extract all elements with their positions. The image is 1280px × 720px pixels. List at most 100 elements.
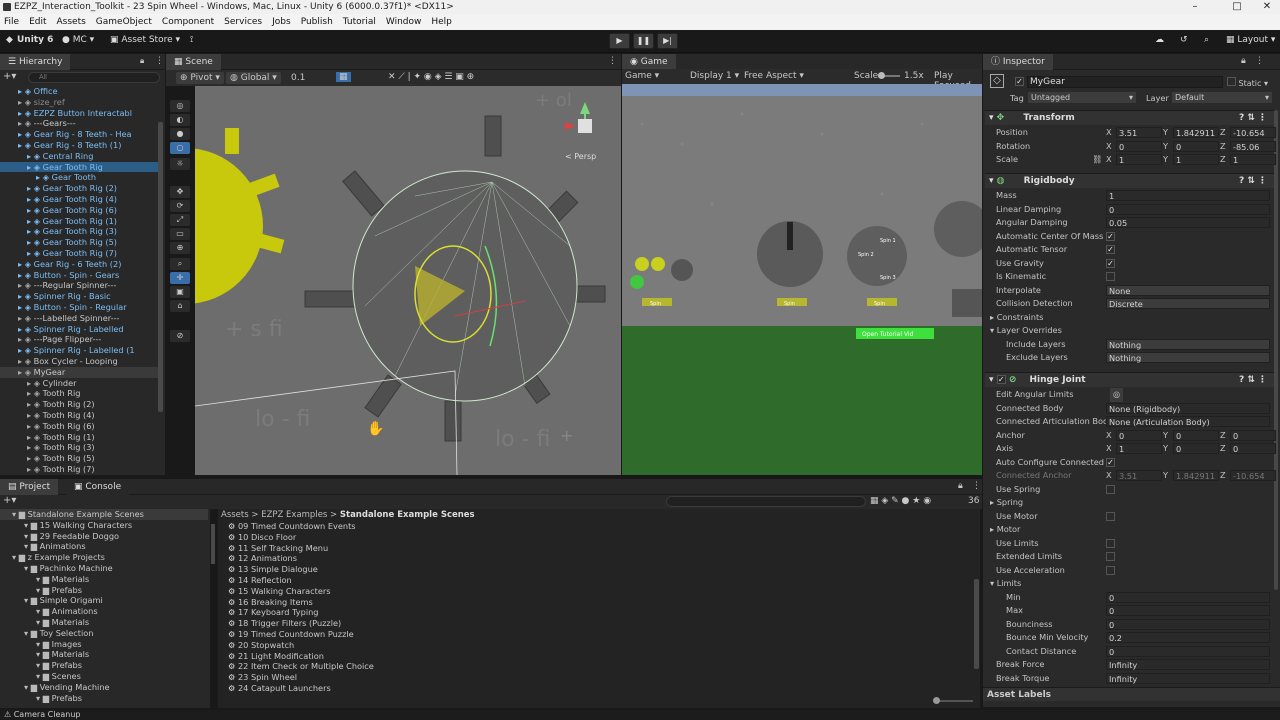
use-spring-checkbox[interactable]: [1106, 484, 1115, 494]
scene-file-item[interactable]: ⚙ 21 Light Modification: [228, 651, 968, 662]
contact-distance-field[interactable]: 0: [1106, 645, 1270, 657]
maximize-icon[interactable]: □: [1220, 0, 1254, 14]
position-z-field[interactable]: -10.654: [1230, 127, 1276, 138]
hierarchy-item[interactable]: ▸ ◈ Tooth Rig (6): [0, 421, 158, 432]
hierarchy-item[interactable]: ▸ ◈ Box Cycler - Looping: [0, 356, 158, 367]
position-y-field[interactable]: 1.842911: [1173, 127, 1219, 138]
connected-anchor-x-field[interactable]: 3.51: [1116, 470, 1162, 481]
hierarchy-item[interactable]: ▸ ◈ MyGear: [0, 366, 158, 378]
snap-tool-icon[interactable]: ⌂: [170, 300, 190, 312]
static-checkbox[interactable]: Static ▾: [1227, 77, 1268, 88]
icon-size-slider[interactable]: [933, 697, 973, 704]
hierarchy-item[interactable]: ▸ ◈ Gear Tooth Rig (5): [0, 237, 158, 248]
anchor-x-field[interactable]: 0: [1116, 429, 1162, 441]
hierarchy-item[interactable]: ▸ ◈ Office: [0, 86, 158, 97]
use-motor-checkbox[interactable]: [1106, 511, 1115, 521]
hierarchy-item[interactable]: ▸ ◈ Gear Tooth Rig (2): [0, 183, 158, 194]
pivot-dropdown[interactable]: ⊕ Pivot ▾: [176, 72, 224, 84]
menu-help[interactable]: Help: [431, 17, 452, 27]
cloud-icon[interactable]: ☁: [1155, 35, 1164, 45]
hierarchy-item[interactable]: ▸ ◈ Tooth Rig: [0, 388, 158, 399]
angular-damping-field[interactable]: 0.05: [1106, 217, 1270, 228]
tab-project[interactable]: ▤ Project: [0, 479, 59, 495]
rotation-x-field[interactable]: 0: [1116, 141, 1162, 152]
scene-file-item[interactable]: ⚙ 18 Trigger Filters (Puzzle): [228, 618, 968, 629]
pause-button[interactable]: ❚❚: [633, 33, 654, 49]
position-x-field[interactable]: 3.51: [1116, 127, 1162, 138]
axis-y-field[interactable]: 0: [1173, 443, 1219, 454]
hierarchy-item[interactable]: ▸ ◈ Button - Spin - Gears: [0, 270, 158, 281]
camera-tool-icon[interactable]: ▣: [170, 286, 190, 298]
snap-icon[interactable]: ▦: [336, 72, 351, 82]
breadcrumb-assets[interactable]: Assets: [221, 510, 249, 520]
scene-file-item[interactable]: ⚙ 11 Self Tracking Menu: [228, 543, 968, 554]
linear-damping-field[interactable]: 0: [1106, 203, 1270, 215]
breadcrumb-current[interactable]: Standalone Example Scenes: [340, 510, 475, 520]
scene-file-item[interactable]: ⚙ 12 Animations: [228, 553, 968, 564]
use-gravity-checkbox[interactable]: ✓: [1106, 258, 1115, 268]
hierarchy-item[interactable]: ▸ ◈ Gear Rig - 8 Teeth - Hea: [0, 129, 158, 140]
scene-file-item[interactable]: ⚙ 16 Breaking Items: [228, 597, 968, 608]
aspect-dropdown[interactable]: Free Aspect ▾: [744, 71, 804, 81]
hierarchy-item[interactable]: ▸ ◈ Gear Tooth Rig (7): [0, 248, 158, 259]
axis-z-field[interactable]: 0: [1230, 443, 1276, 454]
folder-item[interactable]: ▾ ▆ Prefabs: [0, 585, 208, 596]
hierarchy-item[interactable]: ▸ ◈ ---Regular Spinner---: [0, 280, 158, 291]
rigidbody-component-header[interactable]: ▾ ◍ Rigidbody ? ⇅ ⋮: [985, 173, 1277, 188]
tab-inspector[interactable]: ⓘ Inspector: [983, 54, 1053, 70]
scale-tool-icon[interactable]: ⤢: [170, 214, 190, 226]
scene-file-item[interactable]: ⚙ 14 Reflection: [228, 575, 968, 586]
hierarchy-item[interactable]: ▸ ◈ Gear Rig - 8 Teeth (1): [0, 140, 158, 151]
folder-item[interactable]: ▾ ▆ z Example Projects: [0, 552, 208, 563]
limit-max-field[interactable]: 0: [1106, 605, 1270, 616]
exclude-layers-field[interactable]: Nothing: [1106, 352, 1270, 363]
grid-snap-value[interactable]: 0.1: [291, 73, 305, 83]
scene-file-item[interactable]: ⚙ 23 Spin Wheel: [228, 672, 968, 683]
tab-hierarchy[interactable]: ☰ Hierarchy: [0, 54, 71, 70]
scale-y-field[interactable]: 1: [1173, 154, 1219, 165]
hierarchy-item[interactable]: ▸ ◈ Tooth Rig (3): [0, 442, 158, 453]
hierarchy-menu-icon[interactable]: ⋮: [155, 56, 164, 66]
hierarchy-item[interactable]: ▸ ◈ Gear Tooth Rig (6): [0, 205, 158, 216]
auto-tensor-checkbox[interactable]: ✓: [1106, 245, 1115, 254]
breadcrumb-ezpz[interactable]: EZPZ Examples: [261, 510, 327, 520]
active-checkbox[interactable]: ✓: [1015, 77, 1024, 86]
menu-component[interactable]: Component: [162, 17, 214, 27]
history-icon[interactable]: ↺: [1180, 35, 1188, 45]
hierarchy-item[interactable]: ▸ ◈ Gear Tooth: [0, 172, 158, 183]
gameobject-name-field[interactable]: MyGear: [1027, 76, 1223, 88]
use-acceleration-checkbox[interactable]: [1106, 565, 1115, 575]
connected-anchor-z-field[interactable]: -10.654: [1230, 470, 1276, 481]
hierarchy-item[interactable]: ▸ ◈ Gear Rig - 6 Teeth (2): [0, 259, 158, 270]
lighting-icon[interactable]: ◐: [170, 114, 190, 126]
transform-component-header[interactable]: ▾ ✥ Transform ? ⇅ ⋮: [985, 110, 1277, 125]
scene-file-item[interactable]: ⚙ 13 Simple Dialogue: [228, 564, 968, 575]
rect-tool-icon[interactable]: ▭: [170, 228, 190, 240]
folder-item[interactable]: ▾ ▆ Standalone Example Scenes: [0, 509, 208, 520]
view-tool-icon[interactable]: ◎: [170, 100, 190, 112]
folder-item[interactable]: ▾ ▆ Images: [0, 639, 208, 650]
inspector-lock-icon[interactable]: 🔒︎: [1241, 56, 1246, 66]
move-tool-icon[interactable]: ✥: [170, 186, 190, 198]
rotation-z-field[interactable]: -85.06: [1230, 141, 1276, 152]
hierarchy-item[interactable]: ▸ ◈ Gear Tooth Rig: [0, 161, 158, 173]
project-tree-scrollbar[interactable]: [211, 524, 215, 564]
tab-game[interactable]: ◉ Game: [622, 54, 676, 70]
menu-gameobject[interactable]: GameObject: [96, 17, 152, 27]
folder-item[interactable]: ▾ ▆ Animations: [0, 606, 208, 617]
scene-file-item[interactable]: ⚙ 09 Timed Countdown Events: [228, 521, 968, 532]
menu-services[interactable]: Services: [224, 17, 262, 27]
folder-item[interactable]: ▾ ▆ Materials: [0, 617, 208, 628]
use-limits-checkbox[interactable]: [1106, 538, 1115, 548]
scene-file-item[interactable]: ⚙ 10 Disco Floor: [228, 532, 968, 543]
link-icon[interactable]: ⛓: [1092, 153, 1102, 167]
is-kinematic-checkbox[interactable]: [1106, 272, 1115, 281]
tag-dropdown[interactable]: Untagged ▾: [1028, 92, 1136, 103]
hierarchy-item[interactable]: ▸ ◈ Gear Tooth Rig (1): [0, 216, 158, 227]
bounciness-field[interactable]: 0: [1106, 618, 1270, 630]
hierarchy-scrollbar[interactable]: [158, 122, 163, 412]
hierarchy-item[interactable]: ▸ ◈ Spinner Rig - Labelled (1: [0, 345, 158, 356]
hierarchy-item[interactable]: ▸ ◈ Tooth Rig (1): [0, 432, 158, 443]
layout-dropdown[interactable]: ▦ Layout ▾: [1226, 35, 1275, 45]
axis-x-field[interactable]: 1: [1116, 443, 1162, 454]
